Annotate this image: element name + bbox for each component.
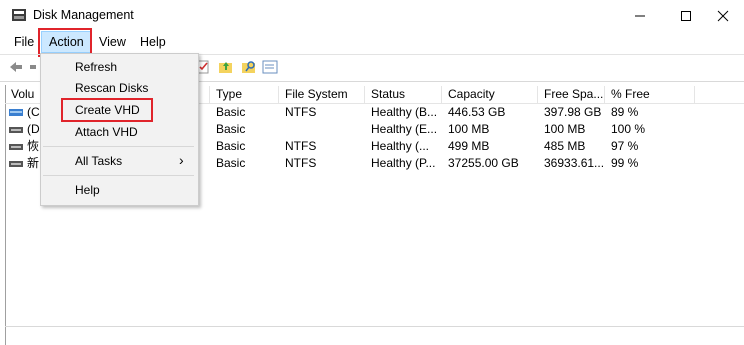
- back-arrow-icon[interactable]: [8, 59, 24, 75]
- pane-divider: [5, 326, 744, 327]
- folder-search-icon[interactable]: [241, 59, 257, 75]
- window-title: Disk Management: [33, 8, 134, 22]
- menu-item-help[interactable]: Help: [75, 181, 100, 199]
- cell-type: Basic: [216, 139, 246, 153]
- submenu-arrow-icon: ›: [179, 152, 184, 168]
- cell-capacity: 100 MB: [448, 122, 490, 136]
- maximize-icon: [681, 10, 691, 21]
- cell-status: Healthy (E...: [371, 122, 438, 136]
- menu-item-attach-vhd[interactable]: Attach VHD: [75, 123, 138, 141]
- menu-item-all-tasks[interactable]: All Tasks: [75, 152, 122, 170]
- disk-management-icon: [12, 9, 26, 21]
- cell-status: Healthy (...: [371, 139, 430, 153]
- properties-icon[interactable]: [262, 59, 278, 75]
- cell-capacity: 499 MB: [448, 139, 490, 153]
- menu-separator: [43, 175, 194, 176]
- volume-drive-icon: [9, 144, 23, 150]
- cell-file-system: NTFS: [285, 139, 317, 153]
- volume-drive-icon: [9, 109, 23, 116]
- cell-status: Healthy (B...: [371, 105, 438, 119]
- column-header-file-system[interactable]: File System: [279, 86, 365, 103]
- cell-capacity: 37255.00 GB: [448, 156, 519, 170]
- cell-percent-free: 97 %: [611, 139, 639, 153]
- close-icon: [717, 10, 729, 21]
- cell-free-space: 397.98 GB: [544, 105, 602, 119]
- annotation-highlight-create-vhd: [61, 98, 153, 122]
- column-header-status[interactable]: Status: [365, 86, 442, 103]
- folder-up-icon[interactable]: [218, 59, 234, 75]
- cell-volume: 恢: [27, 139, 40, 153]
- cell-capacity: 446.53 GB: [448, 105, 506, 119]
- minimize-icon: [635, 15, 645, 16]
- column-header-percent-free[interactable]: % Free: [605, 86, 695, 103]
- cell-status: Healthy (P...: [371, 156, 436, 170]
- cell-type: Basic: [216, 156, 246, 170]
- volume-drive-icon: [9, 161, 23, 167]
- cell-percent-free: 100 %: [611, 122, 646, 136]
- cell-volume: (C: [27, 105, 40, 119]
- volume-drive-icon: [9, 127, 23, 133]
- cell-file-system: NTFS: [285, 156, 317, 170]
- cell-volume: 新: [27, 156, 40, 170]
- menu-help[interactable]: Help: [133, 31, 173, 53]
- column-header-free-space[interactable]: Free Spa...: [538, 86, 605, 103]
- minimize-button[interactable]: [617, 0, 663, 31]
- column-header-capacity[interactable]: Capacity: [442, 86, 538, 103]
- cell-type: Basic: [216, 122, 246, 136]
- cell-file-system: NTFS: [285, 105, 317, 119]
- cell-free-space: 36933.61...: [544, 156, 605, 170]
- cell-free-space: 485 MB: [544, 139, 586, 153]
- menu-item-rescan-disks[interactable]: Rescan Disks: [75, 79, 148, 97]
- menu-view[interactable]: View: [92, 31, 133, 53]
- cell-percent-free: 89 %: [611, 105, 639, 119]
- cell-free-space: 100 MB: [544, 122, 586, 136]
- close-button[interactable]: [700, 0, 744, 31]
- menu-separator: [43, 146, 194, 147]
- menu-item-refresh[interactable]: Refresh: [75, 58, 117, 76]
- menu-file[interactable]: File: [7, 31, 41, 53]
- cell-percent-free: 99 %: [611, 156, 639, 170]
- column-header-type[interactable]: Type: [210, 86, 279, 103]
- cell-type: Basic: [216, 105, 246, 119]
